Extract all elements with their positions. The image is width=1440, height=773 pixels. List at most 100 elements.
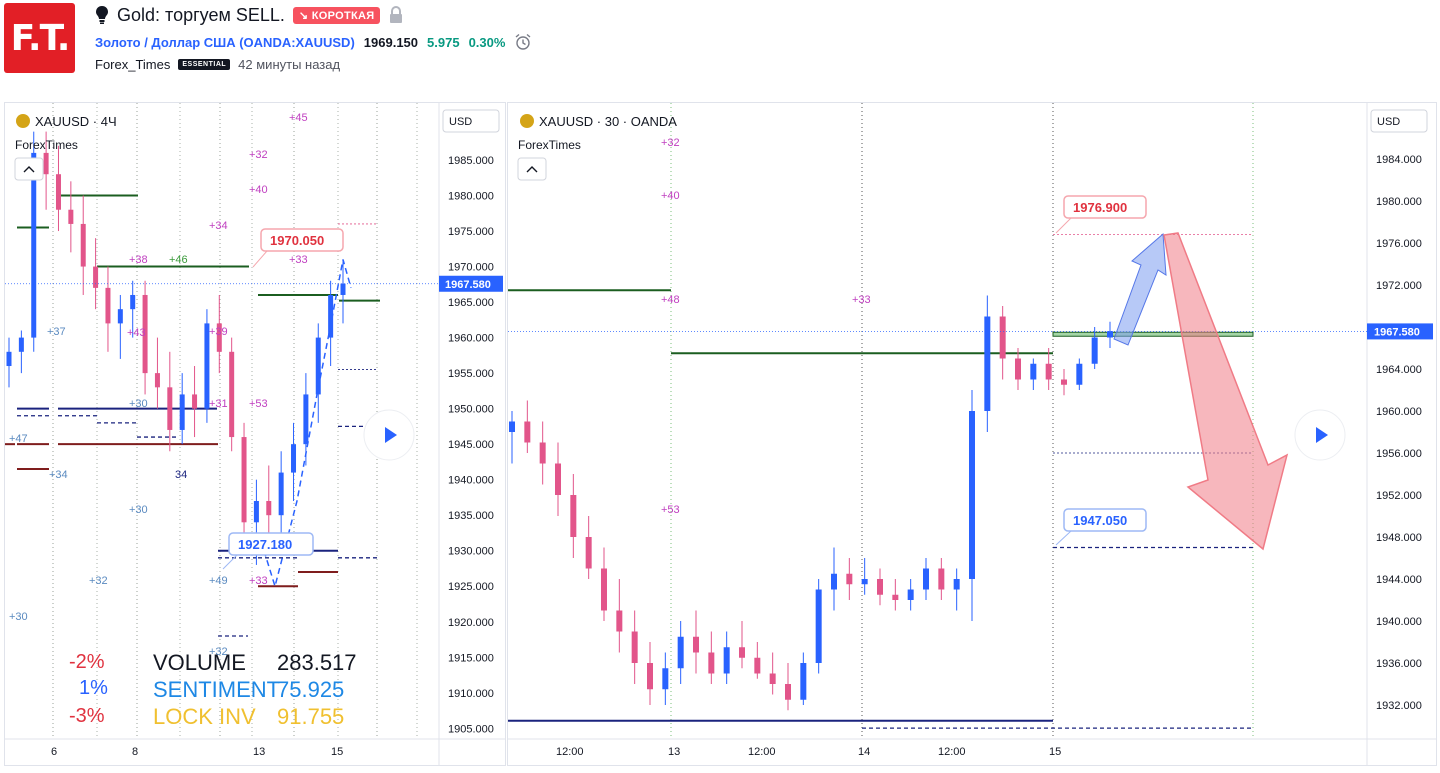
lock-icon (390, 6, 403, 23)
right-count-label: +40 (661, 190, 680, 202)
left-candle (6, 351, 12, 367)
forex-times-logo[interactable]: F.T. (4, 3, 75, 73)
right-y-tick: 1980.000 (1376, 196, 1422, 208)
idea-title: Gold: торгуем SELL. (117, 4, 285, 25)
left-candle (130, 294, 136, 310)
left-x-tick: 6 (51, 746, 57, 758)
right-candle (999, 316, 1006, 359)
author-name[interactable]: Forex_Times (95, 57, 170, 72)
right-gold-icon (520, 114, 534, 128)
left-gold-icon (16, 114, 30, 128)
sentiment-value: 75.925 (277, 677, 344, 702)
right-candle (984, 316, 991, 411)
left-count-label: +40 (249, 184, 268, 196)
right-candle (892, 594, 899, 600)
left-candle (167, 387, 173, 430)
left-count-label: +43 (127, 327, 146, 339)
right-candle (631, 631, 638, 663)
left-indicator-name: ForexTimes (15, 138, 78, 152)
idea-title-row: Gold: торгуем SELL. ↘ КОРОТКАЯ (95, 4, 404, 26)
right-count-label: +33 (852, 294, 871, 306)
left-y-tick: 1980.000 (448, 191, 494, 203)
left-target-low-label: 1927.180 (238, 537, 292, 552)
right-chart-panel[interactable]: USD1984.0001980.0001976.0001972.0001968.… (507, 102, 1437, 766)
left-candle (55, 174, 61, 210)
right-x-tick: 12:00 (938, 746, 966, 758)
right-candle (647, 663, 653, 690)
right-y-tick: 1964.000 (1376, 364, 1422, 376)
right-candle (723, 647, 730, 674)
left-count-label: +30 (129, 398, 148, 410)
volume-value: 283.517 (277, 650, 357, 675)
left-count-label: +34 (209, 220, 228, 232)
left-candle (105, 287, 111, 324)
lockinv-label: LOCK INV (153, 704, 256, 729)
short-badge: ↘ КОРОТКАЯ (292, 6, 381, 24)
left-y-tick: 1960.000 (448, 333, 494, 345)
right-target-low-label: 1947.050 (1073, 513, 1127, 528)
left-y-tick: 1940.000 (448, 475, 494, 487)
left-collapse-button[interactable] (14, 157, 44, 181)
right-collapse-button[interactable] (517, 157, 547, 181)
right-indicator-name: ForexTimes (518, 138, 581, 152)
left-y-tick: 1965.000 (448, 297, 494, 309)
right-y-tick: 1932.000 (1376, 700, 1422, 712)
right-candle (1076, 363, 1083, 385)
right-x-tick: 12:00 (748, 746, 776, 758)
left-chart-svg[interactable]: USD 1985.000 1980.000 1975.000 1970.000 1965.… (5, 103, 505, 765)
left-y-tick: 1985.000 (448, 155, 494, 167)
price-change: 5.975 (427, 34, 460, 50)
right-candle (585, 537, 592, 569)
right-chart-svg[interactable]: USD1984.0001980.0001976.0001972.0001968.… (508, 103, 1436, 765)
right-count-label: +48 (661, 294, 680, 306)
left-count-label: +34 (49, 469, 68, 481)
stat-pct-3: -3% (69, 705, 105, 727)
author-row: Forex_Times ESSENTIAL 42 минуты назад (95, 57, 340, 72)
symbol-link[interactable]: Золото / Доллар США (OANDA:XAUUSD) (95, 35, 355, 50)
sentiment-label: SENTIMENT (153, 677, 280, 702)
left-chart-panel[interactable]: USD 1985.000 1980.000 1975.000 1970.000 1965.… (4, 102, 506, 766)
left-count-label: 34 (175, 469, 187, 481)
left-candle (68, 209, 74, 224)
left-candle (266, 500, 272, 516)
left-currency-label: USD (449, 116, 472, 128)
left-candle (154, 373, 160, 388)
right-candle (769, 673, 776, 684)
right-y-tick: 1936.000 (1376, 658, 1422, 670)
left-candle (43, 152, 49, 175)
right-last-price-label: 1967.580 (1374, 326, 1420, 338)
right-y-tick: 1976.000 (1376, 238, 1422, 250)
right-candle (785, 684, 791, 700)
right-y-tick: 1944.000 (1376, 574, 1422, 586)
right-level-zone (1052, 331, 1254, 337)
right-y-tick: 1956.000 (1376, 448, 1422, 460)
left-y-tick: 1975.000 (448, 226, 494, 238)
right-candle (693, 636, 699, 653)
lockinv-value: 91.755 (277, 704, 344, 729)
right-candle (969, 411, 975, 579)
right-candle (509, 421, 515, 432)
left-candle (229, 351, 235, 438)
right-candle (831, 573, 837, 590)
right-target-high-label: 1976.900 (1073, 200, 1127, 215)
left-y-tick: 1955.000 (448, 368, 494, 380)
right-candle (601, 568, 607, 611)
right-candle (877, 579, 883, 595)
right-target-low-pointer (1055, 530, 1072, 546)
right-candle (708, 652, 715, 674)
left-count-label: +53 (249, 398, 268, 410)
right-x-tick: 13 (668, 746, 680, 758)
right-candle (1045, 363, 1052, 380)
price-change-percent: 0.30% (468, 34, 506, 50)
right-x-tick: 14 (858, 746, 870, 758)
left-y-tick: 1910.000 (448, 688, 494, 700)
right-candle (938, 568, 945, 590)
left-y-tick: 1935.000 (448, 510, 494, 522)
left-last-price-label: 1967.580 (445, 279, 491, 291)
left-y-tick: 1920.000 (448, 617, 494, 629)
alarm-clock-icon[interactable] (514, 33, 532, 51)
left-count-label: +47 (9, 433, 28, 445)
right-candle (861, 579, 868, 585)
right-count-label: +53 (661, 504, 680, 516)
left-y-tick: 1930.000 (448, 546, 494, 558)
